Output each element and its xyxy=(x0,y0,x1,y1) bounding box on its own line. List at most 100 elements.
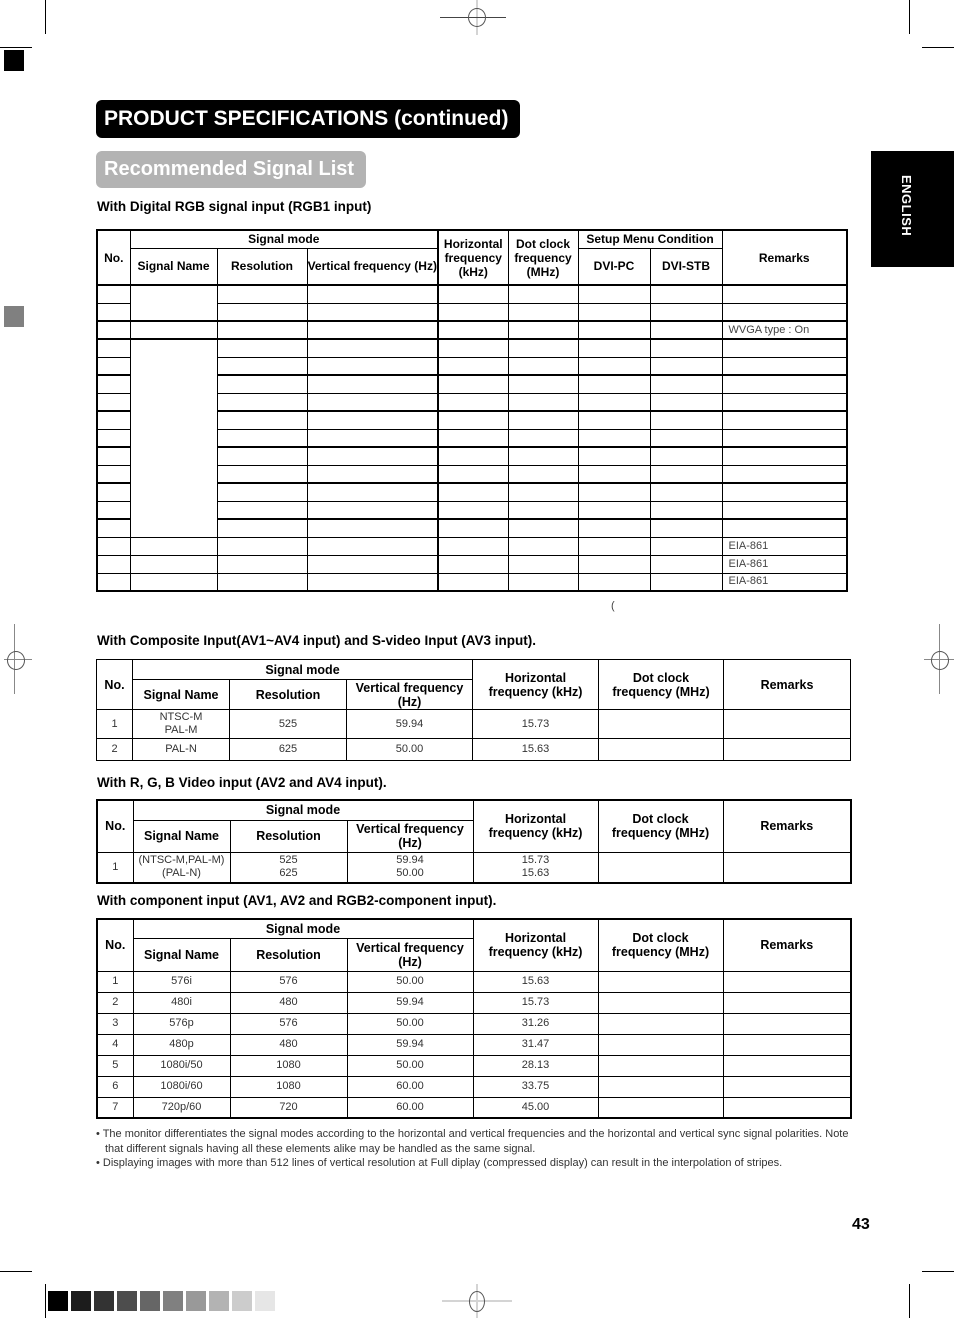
cell-remarks xyxy=(721,446,848,466)
cell-resolution xyxy=(216,572,308,592)
cell-signal-name: 1080i/60 xyxy=(132,1075,231,1098)
gray-swatch xyxy=(71,1291,91,1311)
section-title: Recommended Signal List xyxy=(96,151,367,188)
cell-dot-clock xyxy=(507,284,579,304)
cell-signal-name: 480p xyxy=(132,1033,231,1056)
cell-dvi-pc xyxy=(577,572,651,592)
cell-dvi-pc xyxy=(577,284,651,304)
cell-remarks xyxy=(721,338,848,358)
cell-resolution: 525 625 xyxy=(229,851,348,884)
table-row: 7 720p/60 720 60.00 45.00 xyxy=(96,1096,852,1119)
cell-dot-clock xyxy=(507,392,579,412)
cell-horizontal-frequency xyxy=(437,410,509,430)
language-tab-label: ENGLISH xyxy=(899,175,914,237)
registration-mark-left xyxy=(4,624,34,694)
cell-remarks xyxy=(721,410,848,430)
cell-horizontal-frequency: 31.26 xyxy=(472,1012,599,1035)
cell-no xyxy=(96,392,131,412)
cell-dvi-pc xyxy=(577,446,651,466)
registration-mark-top xyxy=(440,0,514,36)
component-table: No. Signal mode Horizontal frequency (kH… xyxy=(96,918,852,1119)
header-horizontal-frequency: Horizontal frequency (kHz) xyxy=(472,799,599,853)
cell-dvi-pc xyxy=(577,302,651,322)
cell-dvi-stb xyxy=(649,302,723,322)
cell-horizontal-frequency: 15.73 xyxy=(472,709,599,739)
cell-horizontal-frequency: 15.73 15.63 xyxy=(472,851,599,884)
cell-remarks: WVGA type : On xyxy=(721,320,848,340)
cell-dvi-stb xyxy=(649,554,723,574)
cell-vertical-frequency: 60.00 xyxy=(346,1096,474,1119)
cell-vertical-frequency xyxy=(306,572,439,592)
digital-rgb-table: No. Signal mode Horizontal frequency (kH… xyxy=(96,229,848,592)
cell-dvi-pc xyxy=(577,518,651,538)
cell-no xyxy=(96,428,131,448)
cell-no xyxy=(96,518,131,538)
cell-resolution: 525 xyxy=(229,709,347,739)
table-row: 6 1080i/60 1080 60.00 33.75 xyxy=(96,1075,852,1098)
header-signal-mode: Signal mode xyxy=(132,918,474,939)
cell-no xyxy=(96,572,131,592)
cell-horizontal-frequency xyxy=(437,338,509,358)
cell-dvi-pc xyxy=(577,374,651,394)
header-vertical-frequency: Vertical frequency (Hz) xyxy=(306,247,439,286)
cell-resolution xyxy=(216,554,308,574)
cell-remarks xyxy=(721,302,848,322)
cell-vertical-frequency xyxy=(306,320,439,340)
cell-vertical-frequency xyxy=(306,482,439,502)
side-marker-gray xyxy=(4,306,24,327)
cell-dot-clock xyxy=(598,738,724,761)
composite-table: No. Signal mode Horizontal frequency (kH… xyxy=(96,659,851,761)
cell-horizontal-frequency: 45.00 xyxy=(472,1096,599,1119)
cell-resolution xyxy=(216,536,308,556)
header-signal-name: Signal Name xyxy=(132,937,231,972)
gray-swatch xyxy=(186,1291,206,1311)
cell-signal-name: 480i xyxy=(132,991,231,1014)
footnotes: • The monitor differentiates the signal … xyxy=(96,1127,856,1171)
horizontal-line: 15.73 xyxy=(521,854,550,867)
gray-swatch xyxy=(209,1291,229,1311)
cell-resolution xyxy=(216,302,308,322)
gray-scale-bar xyxy=(48,1291,275,1311)
cell-signal-name xyxy=(129,572,218,592)
table-row: EIA-861 xyxy=(96,572,848,592)
cell-remarks xyxy=(721,392,848,412)
table-row xyxy=(96,338,848,538)
cell-dvi-pc xyxy=(577,410,651,430)
header-signal-mode: Signal mode xyxy=(132,799,474,821)
gray-swatch xyxy=(255,1291,275,1311)
cell-resolution xyxy=(216,410,308,430)
cell-signal-name xyxy=(129,284,218,322)
cell-dvi-stb xyxy=(649,572,723,592)
cell-dvi-stb xyxy=(649,482,723,502)
gray-swatch xyxy=(140,1291,160,1311)
cell-resolution xyxy=(216,464,308,484)
table-row: 2 480i 480 59.94 15.73 xyxy=(96,991,852,1014)
cell-dvi-stb xyxy=(649,428,723,448)
cell-signal-name: 720p/60 xyxy=(132,1096,231,1119)
signal-name-line: NTSC-M xyxy=(159,711,203,723)
cell-resolution: 480 xyxy=(229,991,348,1014)
cell-dvi-pc xyxy=(577,464,651,484)
cell-dvi-stb xyxy=(649,500,723,520)
cell-resolution: 480 xyxy=(229,1033,348,1056)
cell-dot-clock xyxy=(597,1054,724,1077)
cell-dot-clock xyxy=(507,320,579,340)
cell-vertical-frequency: 59.94 xyxy=(346,991,474,1014)
cell-dvi-stb xyxy=(649,356,723,376)
cell-dvi-stb xyxy=(649,464,723,484)
cell-resolution xyxy=(216,446,308,466)
cell-dvi-pc xyxy=(577,554,651,574)
cell-horizontal-frequency xyxy=(437,572,509,592)
cell-vertical-frequency xyxy=(306,536,439,556)
cell-no xyxy=(96,410,131,430)
language-tab: ENGLISH xyxy=(871,151,954,267)
header-setup-menu-condition: Setup Menu Condition xyxy=(577,229,723,249)
header-no: No. xyxy=(96,659,133,710)
cell-no: 1 xyxy=(96,709,133,739)
cell-signal-name: 576i xyxy=(132,970,231,993)
cell-no: 2 xyxy=(96,991,134,1014)
cell-horizontal-frequency xyxy=(437,392,509,412)
signal-name-line: PAL-M xyxy=(164,724,198,736)
cell-dvi-pc xyxy=(577,482,651,502)
resolution-line: 625 xyxy=(279,867,298,880)
